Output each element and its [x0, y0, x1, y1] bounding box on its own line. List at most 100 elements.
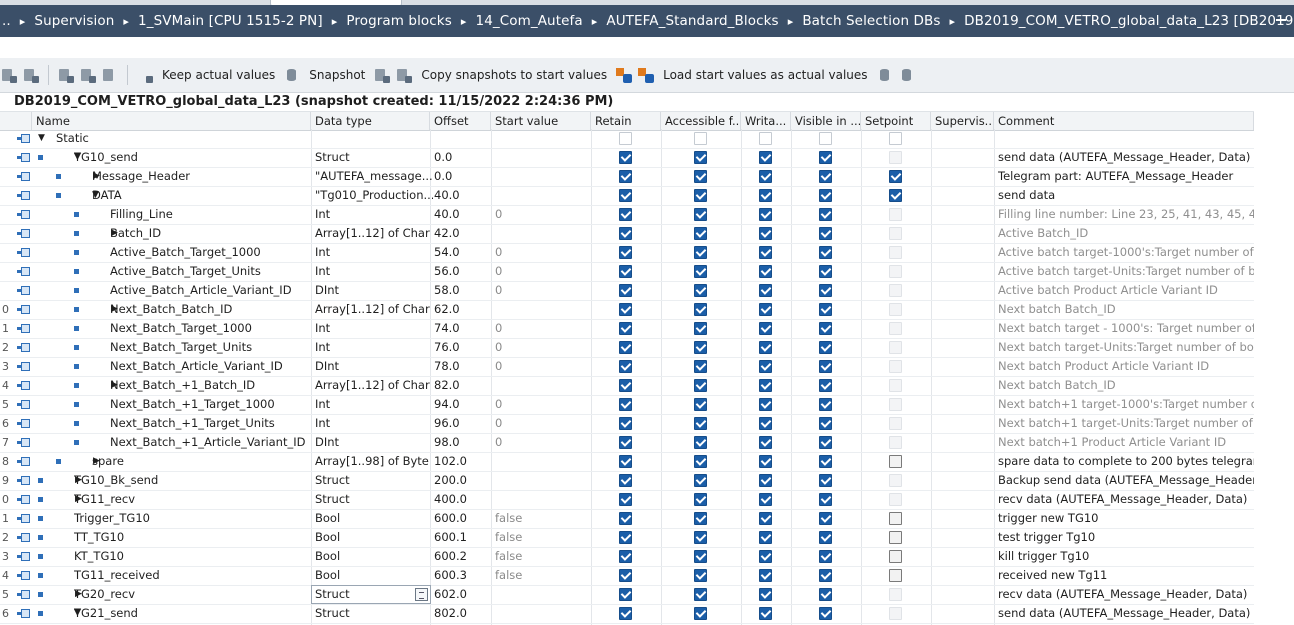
visible-checkbox[interactable] — [819, 493, 832, 506]
setpoint-checkbox[interactable] — [889, 398, 902, 411]
table-row[interactable]: 0 ▶ Next_Batch_Batch_ID Array[1..12] of Cha… — [0, 300, 1294, 320]
table-row[interactable]: ▼ DATA "Tg010_Production... 40.0 send data — [0, 186, 1294, 206]
header-comment[interactable]: Comment — [994, 112, 1254, 130]
row-start-value[interactable]: false — [495, 547, 589, 566]
writable-checkbox[interactable] — [759, 303, 772, 316]
accessible-checkbox[interactable] — [694, 132, 707, 145]
row-start-value[interactable]: false — [495, 566, 589, 585]
row-data-type[interactable]: Int — [315, 243, 433, 262]
table-row[interactable]: 2 TT_TG10 Bool 600.1 false test trigger Tg10 — [0, 528, 1294, 548]
table-row[interactable]: 1 Next_Batch_Target_1000 Int 74.0 0 Next batc… — [0, 319, 1294, 339]
breadcrumb-item[interactable]: AUTEFA_Standard_Blocks — [606, 13, 778, 29]
accessible-checkbox[interactable] — [694, 512, 707, 525]
retain-checkbox[interactable] — [619, 151, 632, 164]
header-start-value[interactable]: Start value — [491, 112, 591, 130]
expand-all-icon[interactable] — [0, 66, 18, 84]
row-name[interactable]: DATA — [92, 186, 122, 205]
visible-checkbox[interactable] — [819, 227, 832, 240]
retain-checkbox[interactable] — [619, 398, 632, 411]
retain-checkbox[interactable] — [619, 132, 632, 145]
accessible-checkbox[interactable] — [694, 436, 707, 449]
breadcrumb-item[interactable]: 14_Com_Autefa — [476, 13, 583, 29]
row-data-type[interactable]: Int — [315, 338, 433, 357]
accessible-checkbox[interactable] — [694, 284, 707, 297]
header-accessible[interactable]: Accessible f... — [661, 112, 741, 130]
row-start-value[interactable] — [495, 471, 589, 490]
row-start-value[interactable]: 0 — [495, 205, 589, 224]
table-row[interactable]: ▶ Message_Header "AUTEFA_message... 0.0 Tele… — [0, 167, 1294, 187]
load-start-values-icon[interactable] — [615, 66, 633, 84]
visible-checkbox[interactable] — [819, 569, 832, 582]
row-start-value[interactable]: 0 — [495, 243, 589, 262]
row-comment[interactable]: Next batch+1 target-1000's:Target number… — [998, 395, 1254, 414]
table-row[interactable]: 0 ▶ TG11_recv Struct 400.0 recv data (AUTEFA_… — [0, 490, 1294, 510]
visible-checkbox[interactable] — [819, 607, 832, 620]
retain-checkbox[interactable] — [619, 284, 632, 297]
row-comment[interactable]: Next batch target - 1000's: Target numbe… — [998, 319, 1254, 338]
header-retain[interactable]: Retain — [591, 112, 661, 130]
accessible-checkbox[interactable] — [694, 550, 707, 563]
setpoint-checkbox[interactable] — [889, 607, 902, 620]
retain-checkbox[interactable] — [619, 493, 632, 506]
collapse-all-icon[interactable] — [22, 66, 40, 84]
row-comment[interactable]: Next batch Batch_ID — [998, 300, 1254, 319]
table-row[interactable]: Active_Batch_Article_Variant_ID DInt 58.0 0… — [0, 281, 1294, 301]
row-name[interactable]: Next_Batch_+1_Target_1000 — [110, 395, 275, 414]
retain-checkbox[interactable] — [619, 588, 632, 601]
row-start-value[interactable] — [495, 148, 589, 167]
writable-checkbox[interactable] — [759, 417, 772, 430]
writable-checkbox[interactable] — [759, 607, 772, 620]
retain-checkbox[interactable] — [619, 303, 632, 316]
row-name[interactable]: TG20_recv — [74, 585, 135, 604]
writable-checkbox[interactable] — [759, 208, 772, 221]
writable-checkbox[interactable] — [759, 322, 772, 335]
table-row[interactable]: ▶ Batch_ID Array[1..12] of Char 42.0 Active … — [0, 224, 1294, 244]
row-start-value[interactable]: 0 — [495, 281, 589, 300]
row-data-type[interactable]: Array[1..98] of Byte — [315, 452, 433, 471]
retain-checkbox[interactable] — [619, 474, 632, 487]
table-row[interactable]: 9 ▶ TG10_Bk_send Struct 200.0 Backup send dat… — [0, 471, 1294, 491]
visible-checkbox[interactable] — [819, 132, 832, 145]
row-comment[interactable]: Active Batch_ID — [998, 224, 1254, 243]
breadcrumb-item[interactable]: Supervision — [34, 13, 114, 29]
row-comment[interactable]: spare data to complete to 200 bytes tele… — [998, 452, 1254, 471]
row-data-type[interactable]: Int — [315, 414, 433, 433]
writable-checkbox[interactable] — [759, 227, 772, 240]
visible-checkbox[interactable] — [819, 303, 832, 316]
accessible-checkbox[interactable] — [694, 322, 707, 335]
visible-checkbox[interactable] — [819, 360, 832, 373]
row-data-type[interactable]: Bool — [315, 509, 433, 528]
row-name[interactable]: Trigger_TG10 — [74, 509, 150, 528]
table-row[interactable]: 4 TG11_received Bool 600.3 false received new… — [0, 566, 1294, 586]
row-name[interactable]: Active_Batch_Target_1000 — [110, 243, 261, 262]
row-data-type[interactable]: Struct — [315, 490, 433, 509]
setpoint-checkbox[interactable] — [889, 531, 902, 544]
visible-checkbox[interactable] — [819, 341, 832, 354]
row-name[interactable]: Filling_Line — [110, 205, 173, 224]
table-row[interactable]: 4 ▶ Next_Batch_+1_Batch_ID Array[1..12] of … — [0, 376, 1294, 396]
header-writable[interactable]: Writa... — [741, 112, 791, 130]
writable-checkbox[interactable] — [759, 265, 772, 278]
accessible-checkbox[interactable] — [694, 360, 707, 373]
table-row[interactable]: Active_Batch_Target_1000 Int 54.0 0 Active b… — [0, 243, 1294, 263]
table-row[interactable]: Filling_Line Int 40.0 0 Filling line number:… — [0, 205, 1294, 225]
setpoint-checkbox[interactable] — [889, 227, 902, 240]
list-icon[interactable] — [101, 66, 119, 84]
row-comment[interactable]: trigger new TG10 — [998, 509, 1254, 528]
minimize-icon[interactable] — [1276, 19, 1286, 21]
row-data-type[interactable]: DInt — [315, 433, 433, 452]
writable-checkbox[interactable] — [759, 341, 772, 354]
row-name[interactable]: Next_Batch_+1_Article_Variant_ID — [110, 433, 305, 452]
writable-checkbox[interactable] — [759, 531, 772, 544]
setpoint-checkbox[interactable] — [889, 322, 902, 335]
row-comment[interactable]: Next batch target-Units:Target number of… — [998, 338, 1254, 357]
breadcrumb-item[interactable]: Program blocks — [346, 13, 452, 29]
table-row[interactable]: 5 ▶ TG20_recv Struct 602.0 recv data (AUTEFA_… — [0, 585, 1294, 605]
row-data-type[interactable]: Bool — [315, 566, 433, 585]
row-name[interactable]: Next_Batch_Article_Variant_ID — [110, 357, 283, 376]
row-comment[interactable]: recv data (AUTEFA_Message_Header, Data) — [998, 490, 1254, 509]
setpoint-checkbox[interactable] — [889, 455, 902, 468]
keep-actual-values-button[interactable]: Keep actual values — [156, 68, 281, 82]
retain-checkbox[interactable] — [619, 512, 632, 525]
accessible-checkbox[interactable] — [694, 227, 707, 240]
